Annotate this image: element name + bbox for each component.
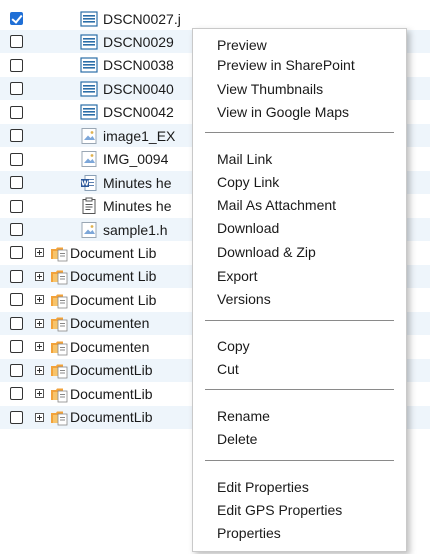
file-name[interactable]: DSCN0027.j <box>103 11 181 27</box>
menu-item-mail-link[interactable]: Mail Link <box>217 150 272 168</box>
menu-item-rename[interactable]: Rename <box>217 407 270 425</box>
select-checkbox[interactable] <box>10 340 23 354</box>
file-name[interactable]: DSCN0042 <box>103 104 174 120</box>
image-file-icon <box>80 10 98 28</box>
menu-separator <box>205 320 394 321</box>
context-menu: Preview Preview in SharePoint View Thumb… <box>192 28 407 552</box>
select-checkbox[interactable] <box>10 35 23 49</box>
select-checkbox[interactable] <box>10 82 23 96</box>
select-checkbox[interactable] <box>10 129 23 143</box>
select-checkbox[interactable] <box>10 363 23 377</box>
library-name[interactable]: Documenten <box>70 315 149 331</box>
library-name[interactable]: Document Lib <box>70 292 156 308</box>
menu-item-export[interactable]: Export <box>217 267 257 285</box>
library-name[interactable]: DocumentLib <box>70 409 153 425</box>
menu-item-properties[interactable]: Properties <box>217 524 281 542</box>
menu-separator <box>205 389 394 390</box>
svg-text:W: W <box>81 179 89 187</box>
menu-item-view-thumbnails[interactable]: View Thumbnails <box>217 80 323 98</box>
document-library-icon <box>50 291 68 309</box>
expand-plus-icon[interactable] <box>35 342 44 352</box>
file-name[interactable]: DSCN0038 <box>103 57 174 73</box>
expand-plus-icon[interactable] <box>35 412 44 422</box>
menu-item-edit-gps-properties[interactable]: Edit GPS Properties <box>217 501 342 519</box>
expand-plus-icon[interactable] <box>35 389 44 398</box>
library-name[interactable]: Document Lib <box>70 268 156 284</box>
library-name[interactable]: Document Lib <box>70 245 156 261</box>
select-checkbox[interactable] <box>10 176 23 190</box>
select-checkbox[interactable] <box>10 293 23 307</box>
expand-plus-icon[interactable] <box>35 295 44 305</box>
menu-item-mail-as-attachment[interactable]: Mail As Attachment <box>217 196 336 214</box>
file-name[interactable]: sample1.h <box>103 222 168 238</box>
document-library-icon <box>50 361 68 379</box>
image-file-icon <box>80 33 98 51</box>
image-file-icon <box>80 103 98 121</box>
select-checkbox[interactable] <box>10 199 23 213</box>
expand-plus-icon[interactable] <box>35 365 44 375</box>
select-checkbox[interactable] <box>10 58 23 72</box>
document-library-icon <box>50 385 68 403</box>
menu-item-download-and-zip[interactable]: Download & Zip <box>217 243 316 261</box>
image-thumb-icon <box>80 150 98 168</box>
image-file-icon <box>80 80 98 98</box>
menu-item-cut[interactable]: Cut <box>217 360 239 378</box>
menu-separator <box>205 132 394 133</box>
menu-item-delete[interactable]: Delete <box>217 430 257 448</box>
image-thumb-icon <box>80 221 98 239</box>
menu-item-edit-properties[interactable]: Edit Properties <box>217 478 309 496</box>
document-library-icon <box>50 267 68 285</box>
word-doc-icon: W <box>80 174 98 192</box>
select-checkbox[interactable] <box>10 316 23 330</box>
menu-item-copy-link[interactable]: Copy Link <box>217 173 279 191</box>
document-library-icon <box>50 338 68 356</box>
library-name[interactable]: DocumentLib <box>70 386 153 402</box>
select-checkbox[interactable] <box>10 223 23 236</box>
file-name[interactable]: Minutes he <box>103 175 171 191</box>
image-thumb-icon <box>80 127 98 145</box>
image-file-icon <box>80 56 98 74</box>
select-checkbox[interactable] <box>10 387 23 400</box>
menu-item-versions[interactable]: Versions <box>217 290 271 308</box>
file-name[interactable]: IMG_0094 <box>103 151 168 167</box>
file-name[interactable]: image1_EX <box>103 128 175 144</box>
document-library-icon <box>50 314 68 332</box>
expand-plus-icon[interactable] <box>35 248 44 258</box>
menu-item-copy[interactable]: Copy <box>217 337 250 355</box>
file-name[interactable]: DSCN0040 <box>103 81 174 97</box>
menu-item-view-in-google-maps[interactable]: View in Google Maps <box>217 103 349 121</box>
library-name[interactable]: DocumentLib <box>70 362 153 378</box>
text-doc-icon <box>80 197 98 215</box>
select-checkbox[interactable] <box>10 105 23 119</box>
document-library-icon <box>50 244 68 262</box>
file-name[interactable]: DSCN0029 <box>103 34 174 50</box>
select-checkbox[interactable] <box>10 410 23 424</box>
menu-item-download[interactable]: Download <box>217 219 279 237</box>
select-checkbox[interactable] <box>10 152 23 166</box>
library-name[interactable]: Documenten <box>70 339 149 355</box>
expand-plus-icon[interactable] <box>35 318 44 328</box>
select-checkbox[interactable] <box>10 12 23 25</box>
select-checkbox[interactable] <box>10 246 23 260</box>
menu-separator <box>205 460 394 461</box>
menu-item-preview[interactable]: Preview <box>217 36 267 54</box>
expand-plus-icon[interactable] <box>35 271 44 281</box>
select-checkbox[interactable] <box>10 269 23 283</box>
document-library-icon <box>50 408 68 426</box>
menu-item-preview-in-sharepoint[interactable]: Preview in SharePoint <box>217 56 355 74</box>
file-row[interactable]: DSCN0027.j <box>0 7 430 30</box>
file-name[interactable]: Minutes he <box>103 198 171 214</box>
